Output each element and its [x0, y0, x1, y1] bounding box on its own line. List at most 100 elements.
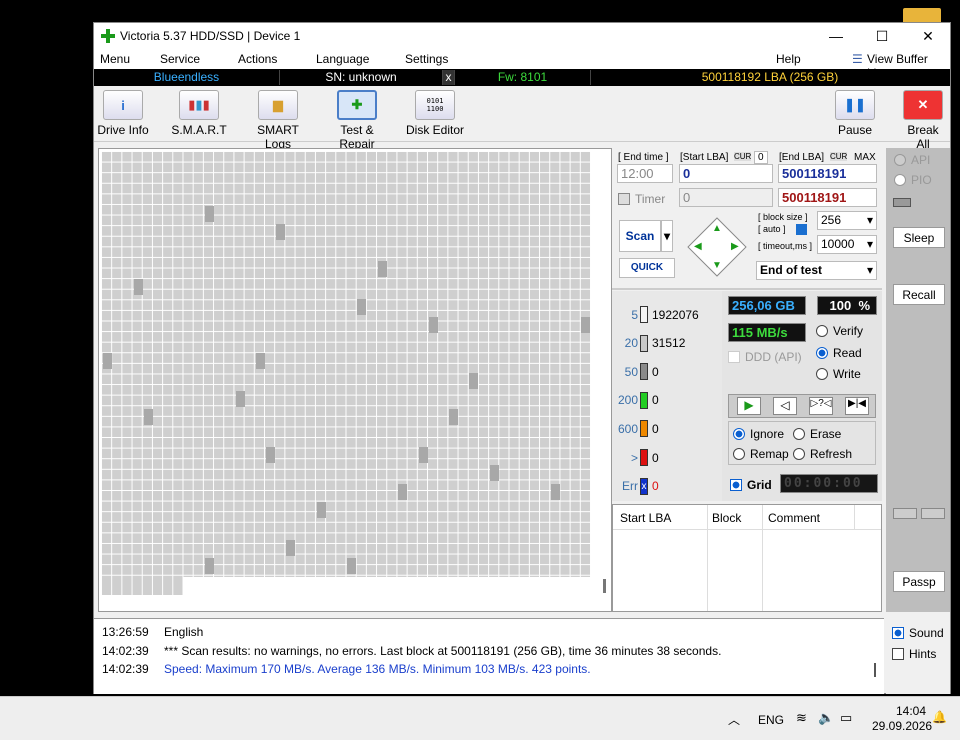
end-of-test-select[interactable]: End of test ▾ [756, 261, 877, 280]
quick-button[interactable]: QUICK [619, 258, 675, 278]
api-radio[interactable]: API [894, 153, 930, 167]
end-time-input[interactable]: 12:00 [617, 164, 673, 183]
write-radio[interactable]: Write [816, 367, 861, 381]
legend-swatch [640, 449, 648, 466]
smart-logs-label: SMART Logs [257, 123, 299, 151]
close-device-button[interactable]: x [443, 70, 455, 85]
log-time: 14:02:39 [102, 643, 149, 658]
scan-dropdown-button[interactable]: ▾ [661, 220, 673, 252]
maximize-button[interactable]: ☐ [859, 23, 905, 49]
auto-checkbox[interactable] [796, 224, 807, 235]
passp-button[interactable]: Passp [893, 571, 945, 592]
timer-checkbox[interactable]: Timer [618, 192, 665, 206]
col-block[interactable]: Block [712, 511, 741, 525]
slow-block [144, 409, 153, 425]
col-start-lba[interactable]: Start LBA [620, 511, 671, 525]
sleep-button[interactable]: Sleep [893, 227, 945, 248]
clock-date[interactable]: 29.09.2026 [872, 719, 932, 733]
menu-item-settings[interactable]: Settings [405, 52, 448, 66]
start-cur-button[interactable]: CUR [734, 152, 752, 161]
slow-block [317, 502, 326, 518]
random-seek-icon[interactable]: ▷?◁ [809, 397, 833, 415]
smart-logs-button[interactable]: ▆ SMART Logs [243, 90, 313, 151]
language-indicator[interactable]: ENG [758, 713, 784, 727]
menu-item-menu[interactable]: Menu [100, 52, 130, 66]
read-radio[interactable]: Read [816, 346, 862, 360]
drive-status-indicator [893, 198, 911, 207]
slow-block [378, 261, 387, 277]
butterfly-icon[interactable]: ▶|◀ [845, 397, 869, 415]
map-scroll-thumb[interactable] [603, 579, 606, 593]
legend-threshold: 200 [617, 393, 638, 408]
block-size-select[interactable]: 256 ▾ [817, 211, 877, 230]
pio-radio[interactable]: PIO [894, 173, 932, 187]
play-forward-icon[interactable]: ▶ [737, 397, 761, 415]
small-button-1[interactable] [893, 508, 917, 519]
bell-icon[interactable]: 🔔 [932, 710, 947, 724]
wifi-icon[interactable]: ≋ [796, 710, 807, 726]
ddd-api-checkbox[interactable]: DDD (API) [728, 350, 802, 364]
remap-radio[interactable]: Remap [733, 447, 789, 461]
menu-item-help[interactable]: Help [776, 52, 801, 66]
volume-icon[interactable]: 🔈 [818, 710, 834, 726]
start-lba-input[interactable]: 0 [679, 164, 773, 183]
taskbar: ︿ ENG ≋ 🔈 ▭ 14:04 29.09.2026 🔔 [0, 696, 960, 740]
log-scroll-thumb[interactable] [874, 663, 876, 677]
block-grid [101, 151, 591, 577]
seek-direction-pad[interactable]: ▲ ▼ ◀ ▶ [686, 216, 748, 278]
arrow-down-icon[interactable]: ▼ [712, 260, 722, 271]
window-title: Victoria 5.37 HDD/SSD | Device 1 [120, 29, 301, 43]
end-lba-input[interactable]: 500118191 [778, 164, 877, 183]
ignore-radio[interactable]: Ignore [733, 427, 784, 441]
scan-button[interactable]: Scan [619, 220, 661, 252]
end-lba-2-input[interactable]: 500118191 [778, 188, 877, 207]
verify-radio[interactable]: Verify [816, 324, 863, 338]
break-all-label: Break All [907, 123, 939, 151]
smart-button[interactable]: ▮ ▮ ▮ S.M.A.R.T [169, 90, 229, 142]
sound-checkbox[interactable]: Sound [892, 626, 944, 640]
slow-block [266, 447, 275, 463]
log-row: 14:02:39 *** Scan results: no warnings, n… [102, 644, 721, 658]
erase-label: Erase [810, 427, 842, 441]
arrow-right-icon[interactable]: ▶ [731, 241, 739, 252]
legend-count: 0 [652, 421, 659, 436]
chevron-up-icon[interactable]: ︿ [728, 711, 740, 728]
legend-threshold: 600 [617, 421, 638, 436]
disk-editor-button[interactable]: 0101 1100 Disk Editor [405, 90, 465, 142]
menu-item-language[interactable]: Language [316, 52, 369, 66]
timer-input[interactable]: 0 [679, 188, 773, 207]
test-repair-button[interactable]: ✚ Test & Repair [322, 90, 392, 151]
log-text: Speed: Maximum 170 MB/s. Average 136 MB/… [164, 662, 591, 676]
menu-item-actions[interactable]: Actions [238, 52, 277, 66]
hints-checkbox[interactable]: Hints [892, 647, 936, 661]
legend-row-1: 20 31512 [612, 334, 685, 352]
legend-swatch [640, 391, 648, 409]
play-backward-icon[interactable]: ◁ [773, 397, 797, 415]
grid-checkbox[interactable]: Grid [730, 478, 772, 492]
slow-block [398, 484, 407, 500]
menu-item-service[interactable]: Service [160, 52, 200, 66]
slow-block [347, 558, 356, 574]
break-all-button[interactable]: ✕ Break All [900, 90, 946, 151]
col-comment[interactable]: Comment [768, 511, 820, 525]
arrow-up-icon[interactable]: ▲ [712, 223, 722, 234]
slow-block [103, 353, 112, 369]
arrow-left-icon[interactable]: ◀ [694, 241, 702, 252]
slow-block [256, 353, 265, 369]
pause-button[interactable]: ❚❚ Pause [834, 90, 876, 142]
battery-icon[interactable]: ▭ [840, 710, 852, 726]
erase-radio[interactable]: Erase [793, 427, 841, 441]
clock-time[interactable]: 14:04 [896, 704, 926, 718]
recall-button[interactable]: Recall [893, 284, 945, 305]
end-cur-button[interactable]: CUR [830, 152, 848, 161]
log-time: 14:02:39 [102, 662, 149, 676]
timeout-select[interactable]: 10000 ▾ [817, 235, 877, 254]
small-button-2[interactable] [921, 508, 945, 519]
drive-info-button[interactable]: i Drive Info [97, 90, 149, 142]
close-button[interactable]: ✕ [905, 23, 951, 49]
legend-threshold: Err [622, 479, 638, 494]
refresh-radio[interactable]: Refresh [793, 447, 852, 461]
end-max-button[interactable]: MAX [854, 152, 876, 163]
slow-block [469, 373, 478, 389]
minimize-button[interactable]: — [813, 23, 859, 49]
